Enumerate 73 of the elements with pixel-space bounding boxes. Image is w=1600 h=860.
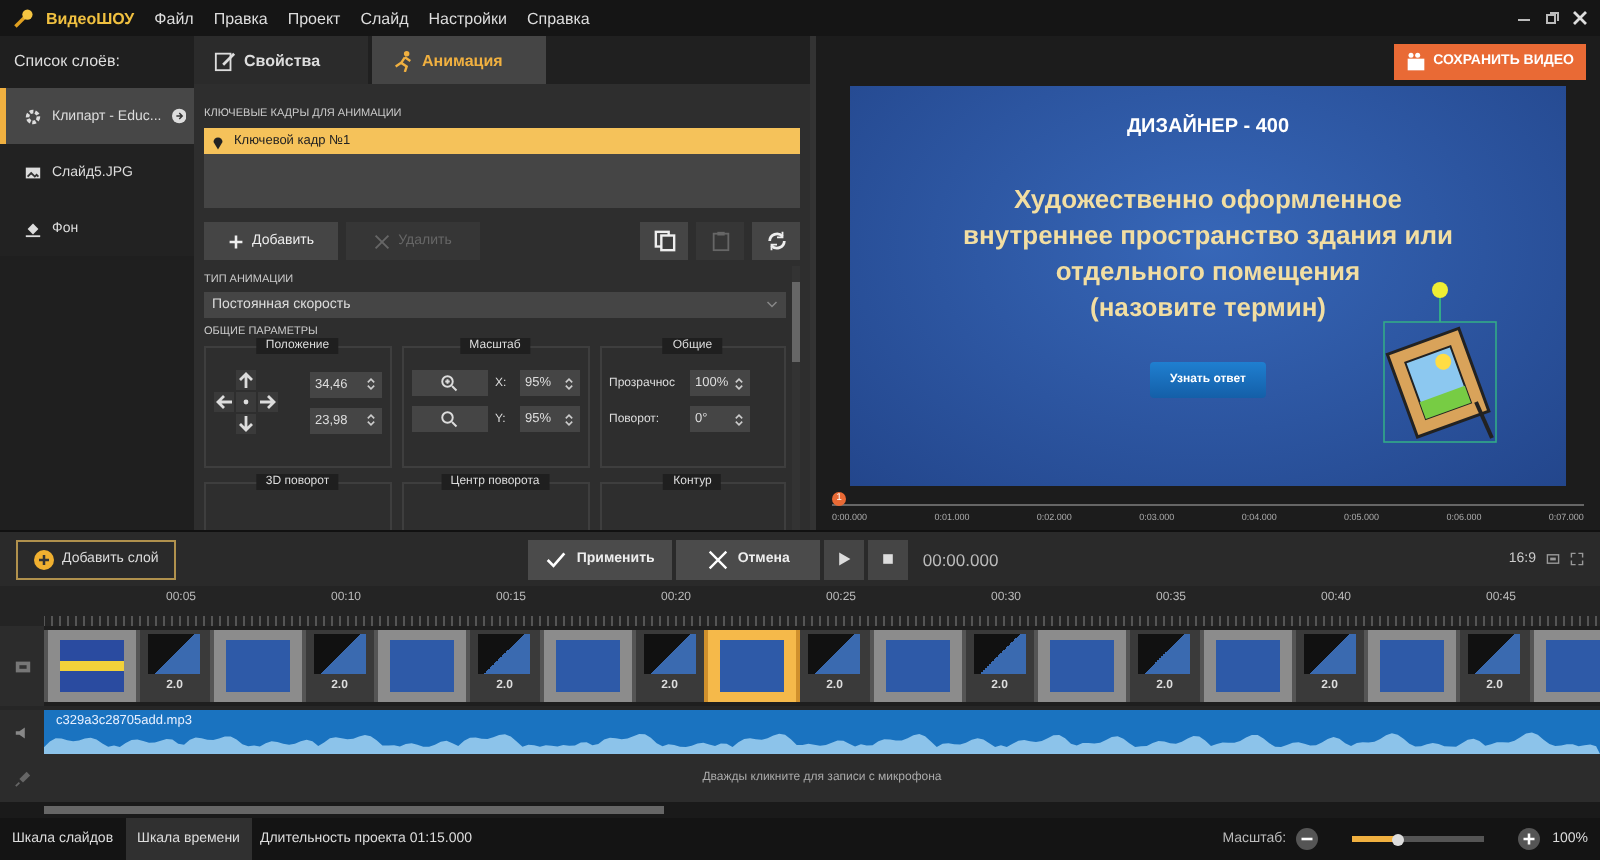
checkmark-icon	[546, 549, 567, 569]
menu-item[interactable]: Файл	[154, 9, 194, 27]
minus-icon[interactable]	[1296, 828, 1319, 850]
copy-button[interactable]	[640, 222, 688, 260]
spinner-arrows-icon[interactable]	[563, 375, 573, 391]
menu-item[interactable]: Справка	[526, 9, 590, 27]
zoom-slider[interactable]	[1352, 836, 1485, 842]
slide-thumbnail[interactable]	[209, 630, 305, 702]
edit-icon	[214, 49, 236, 71]
stop-icon	[880, 550, 897, 568]
slide-thumbnail[interactable]	[1199, 630, 1295, 702]
question-text: внутреннее пространство здания или	[963, 218, 1453, 254]
gear-icon	[24, 107, 42, 125]
microphone-icon	[13, 769, 31, 787]
arrow-up-icon[interactable]	[236, 370, 256, 390]
slide-thumbnail[interactable]	[539, 630, 635, 702]
plus-circle-icon	[34, 549, 54, 569]
running-figure-icon	[392, 49, 414, 71]
arrow-right-icon[interactable]	[171, 106, 186, 126]
arrow-down-icon[interactable]	[236, 414, 256, 434]
time-display: 00:00.000	[922, 549, 999, 569]
tab[interactable]: Анимация	[372, 36, 546, 84]
slide-thumbnail[interactable]	[374, 630, 470, 702]
zoom-in-button[interactable]	[411, 370, 487, 396]
menu-item[interactable]: Настройки	[428, 9, 507, 27]
image-icon	[24, 163, 42, 181]
cross-icon	[374, 233, 391, 249]
pin-icon	[212, 133, 224, 149]
spinner-arrows-icon[interactable]	[733, 411, 743, 427]
screen-icon[interactable]	[1546, 552, 1560, 566]
spinner-arrows-icon[interactable]	[365, 376, 375, 392]
question-text: Художественно оформленное	[1011, 182, 1405, 218]
menu-item[interactable]: Проект	[287, 9, 341, 27]
caret-icon	[766, 300, 778, 310]
slide-thumbnail[interactable]	[44, 630, 140, 702]
arrow-right-icon[interactable]	[258, 392, 278, 412]
cross-icon	[707, 549, 728, 569]
slide-heading: ДИЗАЙНЕР - 400	[1126, 116, 1290, 138]
reset-button[interactable]	[752, 222, 800, 260]
refresh-icon	[765, 230, 787, 252]
restore-icon[interactable]	[1544, 10, 1560, 26]
spinner-arrows-icon[interactable]	[733, 375, 743, 391]
close-icon[interactable]	[1572, 10, 1588, 26]
zoom-out-button[interactable]	[411, 406, 487, 432]
spinner-arrows-icon[interactable]	[365, 412, 375, 428]
scrollbar[interactable]	[44, 806, 664, 814]
zoom-in-icon	[440, 374, 458, 392]
speaker-icon	[13, 723, 31, 741]
plus-icon[interactable]	[1518, 828, 1541, 850]
stop-button[interactable]	[868, 539, 909, 579]
question-text: (назовите термин)	[1088, 290, 1328, 326]
app-title: ВидеоШОУ	[46, 9, 135, 27]
slide-thumbnail[interactable]	[869, 630, 965, 702]
slide-thumbnail[interactable]	[704, 630, 800, 702]
plus-icon	[228, 233, 245, 249]
menu-item[interactable]: Правка	[213, 9, 268, 27]
menu-item[interactable]: Слайд	[360, 9, 409, 27]
slide-thumbnail[interactable]	[1364, 630, 1460, 702]
clipboard-icon	[709, 230, 731, 252]
spinner-arrows-icon[interactable]	[563, 411, 573, 427]
copy-icon	[653, 230, 675, 252]
tab[interactable]: Свойства	[194, 36, 368, 84]
logo-icon	[12, 6, 36, 30]
slide-thumbnail[interactable]	[1529, 630, 1600, 702]
arrow-left-icon[interactable]	[214, 392, 234, 412]
layers-title: Список слоёв:	[12, 50, 122, 74]
question-text: отдельного помещения	[1053, 254, 1363, 290]
play-icon	[836, 550, 853, 568]
scrollbar[interactable]	[792, 266, 800, 530]
search-icon	[440, 410, 458, 428]
play-button[interactable]	[824, 539, 865, 579]
slide-thumbnail[interactable]	[1034, 630, 1130, 702]
fullscreen-icon[interactable]	[1570, 552, 1584, 566]
